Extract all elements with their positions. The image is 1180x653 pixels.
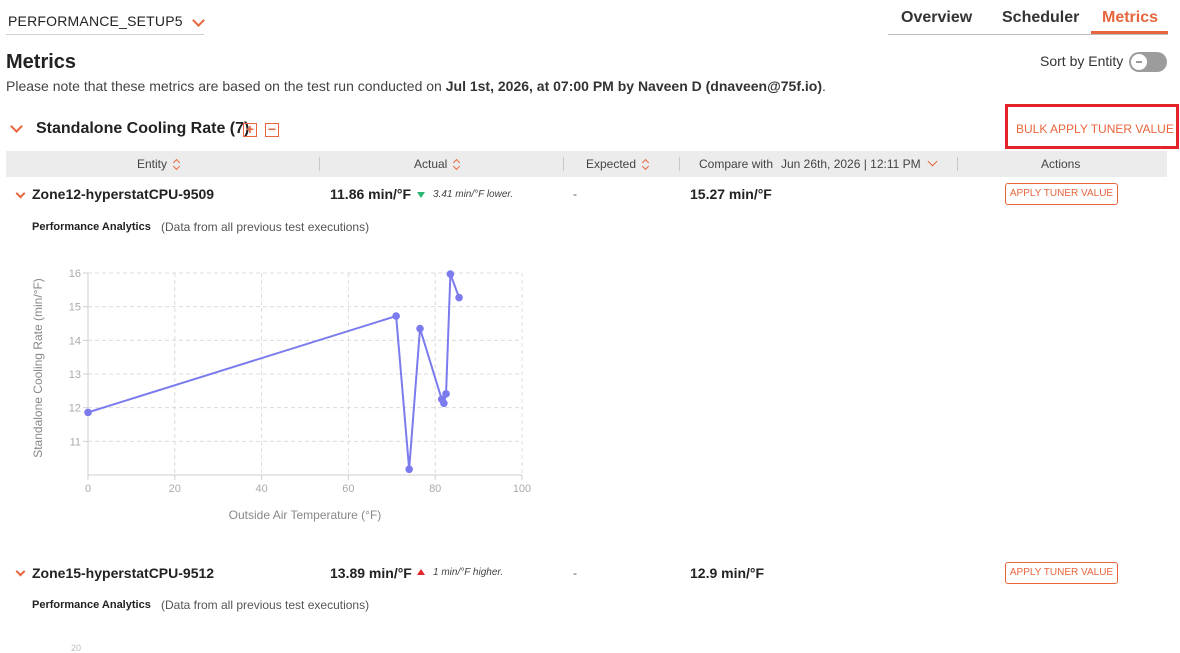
y-tick-label: 16 <box>69 268 81 280</box>
chart-grid <box>88 272 523 475</box>
x-axis-label: Outside Air Temperature (°F) <box>229 508 382 522</box>
data-point <box>84 408 92 417</box>
performance-analytics-chart: 0 20 40 60 80 100 11 12 13 14 15 16 Outside Air Tem… <box>31 268 531 522</box>
section-collapse-chevron-icon[interactable] <box>10 120 23 133</box>
sort-icon[interactable] <box>173 160 181 170</box>
data-point <box>416 324 424 333</box>
column-header-compare-with: Compare with <box>699 157 773 171</box>
trend-up-icon <box>417 569 425 575</box>
column-divider <box>563 157 564 171</box>
row-expand-chevron-icon[interactable] <box>15 566 26 577</box>
data-point <box>392 312 400 320</box>
column-divider <box>957 157 958 171</box>
y-axis-label: Standalone Cooling Rate (min/°F) <box>31 278 45 458</box>
chevron-down-icon <box>192 14 205 27</box>
row-delta-text: 1 min/°F higher. <box>433 567 504 578</box>
y-tick-label: 11 <box>70 436 81 448</box>
chart-tick-label: 20 <box>71 643 82 653</box>
tab-overview[interactable]: Overview <box>901 9 972 27</box>
expected-header-label: Expected <box>586 157 637 171</box>
sort-by-entity-label: Sort by Entity <box>1040 53 1124 69</box>
row-expand-chevron-icon[interactable] <box>15 188 26 199</box>
entity-header-label: Entity <box>137 157 168 171</box>
tab-metrics[interactable]: Metrics <box>1102 9 1158 27</box>
row-delta-text: 3.41 min/°F lower. <box>433 189 514 200</box>
x-tick-label: 100 <box>513 483 531 495</box>
column-divider <box>679 157 680 171</box>
compare-date-value: Jun 26th, 2026 | 12:11 PM <box>781 157 921 171</box>
y-tick-label: 15 <box>69 302 81 314</box>
data-point <box>446 270 455 278</box>
compare-with-label: Compare with <box>699 157 774 171</box>
trend-down-icon <box>417 192 425 198</box>
performance-analytics-title: Performance Analytics <box>32 599 151 611</box>
row-actual-value: 11.86 min/°F <box>330 186 412 202</box>
column-header-actions: Actions <box>1041 157 1081 171</box>
performance-analytics-subtitle: (Data from all previous test executions) <box>161 598 370 612</box>
row-actual-value: 13.89 min/°F <box>330 565 412 581</box>
note-suffix: . <box>821 78 826 94</box>
tab-scheduler[interactable]: Scheduler <box>1002 9 1079 27</box>
sort-by-entity-toggle[interactable] <box>1129 52 1167 72</box>
data-point <box>455 293 463 302</box>
apply-tuner-value-button[interactable]: APPLY TUNER VALUE <box>1005 183 1118 205</box>
toggle-knob <box>1131 54 1147 70</box>
data-point <box>440 399 448 408</box>
sort-icon[interactable] <box>642 160 650 170</box>
chart-ticks: 0 20 40 60 80 100 11 12 13 14 15 16 <box>69 268 531 495</box>
expand-all-button[interactable]: + <box>243 122 257 137</box>
sort-icon[interactable] <box>453 160 461 170</box>
table-header: Entity Actual Expected Compare with Jun … <box>6 151 1167 177</box>
performance-analytics-title: Performance Analytics <box>32 221 151 233</box>
note-prefix: Please note that these metrics are based… <box>6 78 446 94</box>
row-expected-value: - <box>573 566 577 580</box>
y-tick-label: 12 <box>69 403 81 415</box>
row-expected-value: - <box>573 187 577 201</box>
actual-header-label: Actual <box>414 157 448 171</box>
apply-tuner-value-button[interactable]: APPLY TUNER VALUE <box>1005 562 1118 584</box>
compare-date-dropdown[interactable]: Jun 26th, 2026 | 12:11 PM <box>781 156 938 171</box>
setup-select[interactable]: PERFORMANCE_SETUP5 <box>6 6 205 35</box>
row-compare-value: 12.9 min/°F <box>690 565 765 581</box>
x-tick-label: 80 <box>429 483 441 495</box>
collapse-all-button[interactable]: − <box>265 122 279 137</box>
column-header-expected[interactable]: Expected <box>586 157 650 171</box>
x-tick-label: 20 <box>169 483 181 495</box>
column-divider <box>319 157 320 171</box>
x-tick-label: 0 <box>85 483 91 495</box>
series-line <box>87 273 461 470</box>
row-entity-name: Zone15-hyperstatCPU-9512 <box>32 565 215 581</box>
page-title: Metrics <box>6 51 77 73</box>
active-tab-indicator <box>1091 31 1168 34</box>
row-compare-value: 15.27 min/°F <box>690 186 772 202</box>
column-header-entity[interactable]: Entity <box>137 157 181 171</box>
y-tick-label: 13 <box>69 369 81 381</box>
chevron-down-icon <box>927 156 938 167</box>
setup-select-value: PERFORMANCE_SETUP5 <box>8 13 183 29</box>
performance-analytics-subtitle: (Data from all previous test executions) <box>161 220 370 234</box>
chart-series <box>84 270 463 474</box>
test-run-note: Please note that these metrics are based… <box>6 78 826 94</box>
data-point <box>442 390 450 398</box>
y-tick-label: 14 <box>69 335 81 347</box>
row-entity-name: Zone12-hyperstatCPU-9509 <box>32 186 215 202</box>
column-header-actual[interactable]: Actual <box>414 157 461 171</box>
bulk-apply-tuner-value-button[interactable]: BULK APPLY TUNER VALUE <box>1016 122 1174 136</box>
x-tick-label: 40 <box>255 483 267 495</box>
x-tick-label: 60 <box>342 483 354 495</box>
note-date: Jul 1st, 2026, at 07:00 PM by Naveen D (… <box>445 78 822 94</box>
data-point <box>405 465 413 474</box>
section-title: Standalone Cooling Rate (7) <box>36 120 250 137</box>
tab-bar: Overview Scheduler Metrics <box>888 0 1168 35</box>
